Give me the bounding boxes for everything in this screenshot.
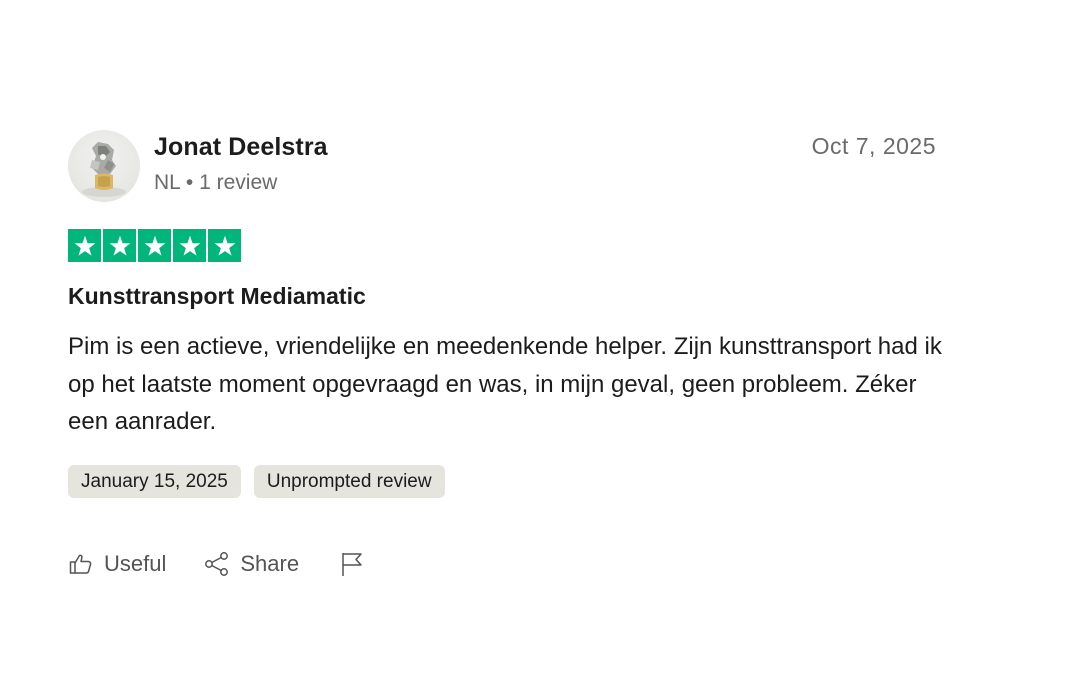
reviewer-name[interactable]: Jonat Deelstra (154, 132, 328, 162)
star-icon (173, 229, 206, 262)
reviewer-country: NL (154, 171, 181, 194)
share-button[interactable]: Share (204, 551, 299, 577)
avatar[interactable] (68, 130, 140, 202)
meta-separator: • (185, 171, 194, 194)
reviewer-info: Jonat Deelstra NL • 1 review (154, 132, 328, 195)
experience-date-tag: January 15, 2025 (68, 464, 241, 498)
star-icon (103, 229, 136, 262)
flag-icon (339, 551, 365, 577)
report-button[interactable] (339, 551, 365, 577)
star-icon (68, 229, 101, 262)
star-icon (138, 229, 171, 262)
review-tags: January 15, 2025 Unprompted review (68, 464, 936, 498)
review-date: Oct 7, 2025 (811, 133, 936, 159)
share-label: Share (240, 550, 300, 576)
review-type-tag[interactable]: Unprompted review (253, 464, 445, 498)
reviewer-meta: NL • 1 review (154, 171, 328, 195)
review-text: Pim is een actieve, vriendelijke en meed… (68, 333, 942, 435)
star-icon (208, 229, 241, 262)
thumbs-up-icon (68, 551, 94, 577)
review-card: Jonat Deelstra NL • 1 review Oct 7, 2025… (68, 130, 942, 580)
avatar-sculpture-image (82, 142, 126, 197)
reviewer-review-count: 1 review (199, 171, 278, 194)
share-icon (204, 551, 230, 577)
reviewer-profile[interactable]: Jonat Deelstra NL • 1 review (68, 130, 328, 202)
useful-label: Useful (104, 550, 167, 576)
review-title[interactable]: Kunsttransport Mediamatic (68, 282, 936, 310)
useful-button[interactable]: Useful (68, 551, 166, 577)
review-actions: Useful Share (68, 548, 936, 580)
star-rating (68, 229, 936, 262)
review-header: Jonat Deelstra NL • 1 review Oct 7, 2025 (68, 130, 936, 204)
